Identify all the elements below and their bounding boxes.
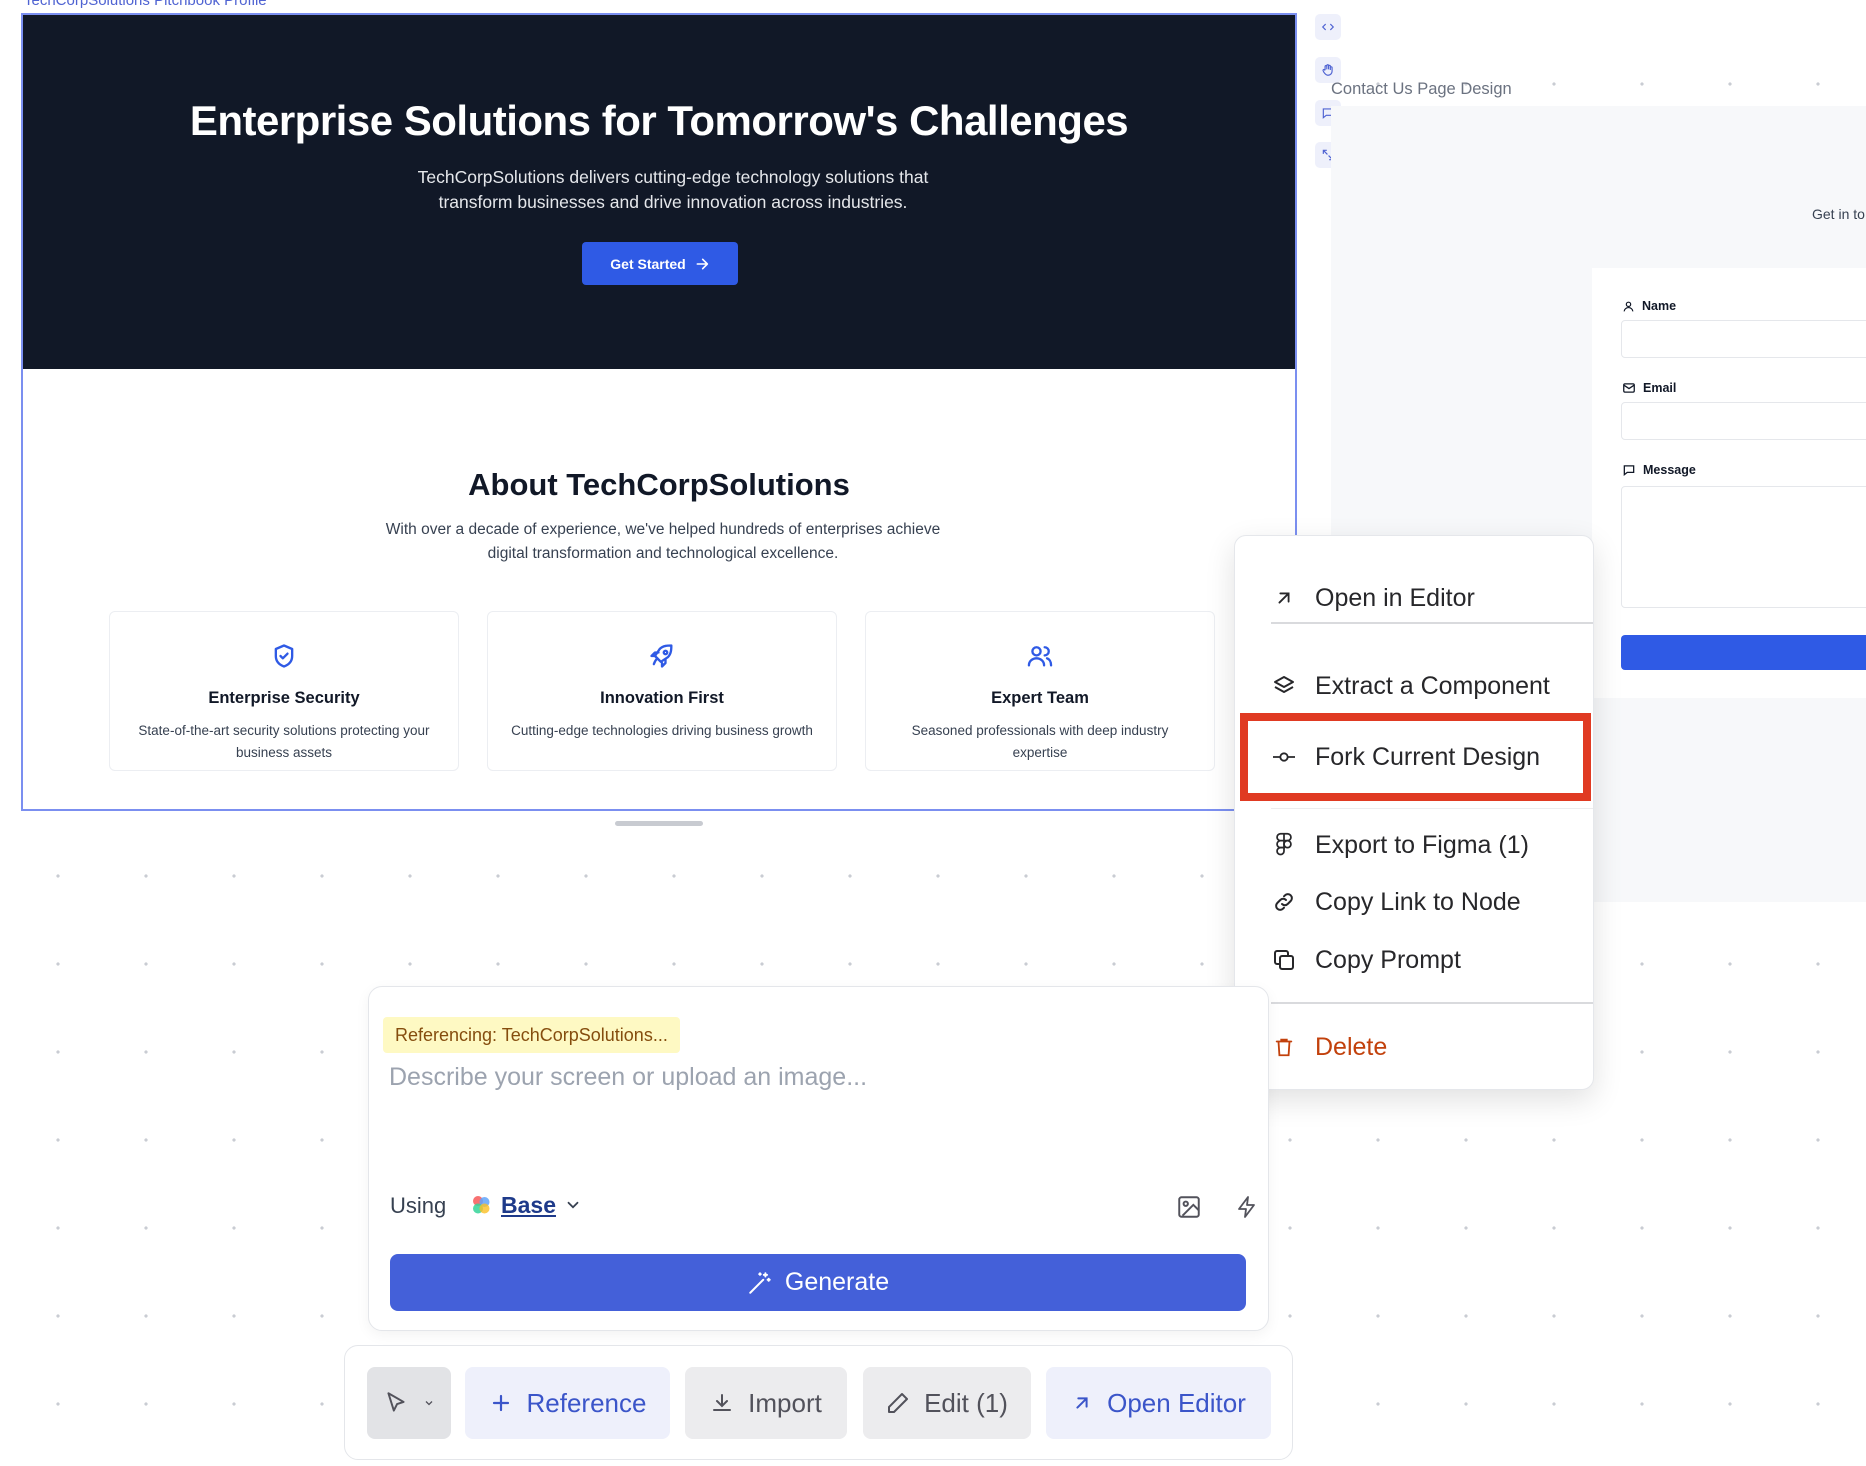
open-editor-button[interactable]: Open Editor [1046, 1367, 1271, 1439]
upload-image-button[interactable] [1174, 1192, 1204, 1222]
get-started-label: Get Started [610, 255, 686, 272]
link-icon [1275, 893, 1293, 911]
about-title: About TechCorpSolutions [468, 467, 850, 502]
using-label: Using [390, 1193, 447, 1218]
menu-item-fork-design[interactable]: Fork Current Design [1271, 737, 1540, 777]
context-menu: Open in Editor Extract a Component Fork … [1234, 535, 1594, 1090]
trash-icon [1275, 1038, 1293, 1057]
model-name: Base [501, 1191, 556, 1218]
menu-divider [1271, 622, 1593, 624]
palette-icon [473, 1196, 490, 1214]
generate-button[interactable]: Generate [390, 1254, 1246, 1311]
about-description: With over a decade of experience, we've … [385, 521, 941, 562]
feature-card-security: Enterprise Security State-of-the-art sec… [109, 611, 459, 771]
users-icon [1027, 646, 1053, 667]
mail-icon [1623, 383, 1635, 393]
feature-card-text: Cutting-edge technologies driving busine… [511, 723, 813, 738]
contact-frame-label[interactable]: Contact Us Page Design [1331, 80, 1512, 99]
bottom-toolbar: Reference Import Edit (1) Open Editor [344, 1345, 1293, 1460]
menu-divider [1271, 1002, 1593, 1004]
pointer-tool-button[interactable] [367, 1367, 451, 1439]
email-input[interactable] [1621, 402, 1866, 440]
menu-divider [1271, 808, 1593, 809]
menu-item-open-in-editor[interactable]: Open in Editor [1271, 578, 1475, 618]
figma-icon [1276, 832, 1292, 856]
frame-resize-handle[interactable] [615, 821, 703, 826]
layers-icon [1274, 676, 1294, 693]
feature-card-title: Innovation First [600, 689, 724, 707]
frame-label[interactable]: TechCorpSolutions Pitchbook Profile [24, 0, 267, 9]
get-started-button[interactable]: Get Started [582, 242, 738, 285]
pencil-icon [888, 1393, 909, 1413]
hero-section: Enterprise Solutions for Tomorrow's Chal… [23, 15, 1295, 369]
import-button[interactable]: Import [685, 1367, 847, 1439]
cursor-icon [387, 1392, 405, 1412]
name-field-label: Name [1622, 299, 1676, 313]
feature-card-team: Expert Team Seasoned professionals with … [865, 611, 1215, 771]
image-icon [1178, 1196, 1200, 1218]
import-label: Import [748, 1387, 822, 1418]
prompt-panel: Referencing: TechCorpSolutions... Using … [368, 986, 1269, 1331]
edit-label: Edit (1) [924, 1387, 1008, 1418]
menu-item-extract-component[interactable]: Extract a Component [1271, 666, 1550, 706]
arrow-up-right-icon [1278, 592, 1290, 604]
copy-icon [1274, 950, 1294, 970]
edit-button[interactable]: Edit (1) [863, 1367, 1031, 1439]
reference-label: Reference [526, 1387, 647, 1418]
contact-submit-button[interactable] [1621, 635, 1866, 670]
download-icon [713, 1394, 732, 1411]
message-field-label: Message [1622, 463, 1696, 477]
referencing-chip[interactable]: Referencing: TechCorpSolutions... [383, 1017, 680, 1053]
hero-title: Enterprise Solutions for Tomorrow's Chal… [189, 97, 1129, 144]
menu-item-delete[interactable]: Delete [1271, 1027, 1387, 1067]
feature-card-text: State-of-the-art security solutions prot… [138, 723, 430, 760]
lightning-icon [1238, 1196, 1255, 1218]
model-select[interactable]: Base [469, 1187, 582, 1223]
reference-button[interactable]: Reference [465, 1367, 670, 1439]
quick-generate-button[interactable] [1232, 1192, 1262, 1222]
shield-check-icon [274, 644, 294, 668]
feature-card-title: Enterprise Security [208, 689, 360, 707]
message-icon [1623, 465, 1635, 477]
arrow-up-right-icon [1076, 1397, 1088, 1409]
feature-card-innovation: Innovation First Cutting-edge technologi… [487, 611, 837, 771]
generate-label: Generate [784, 1268, 890, 1296]
code-icon[interactable] [1315, 14, 1341, 40]
feature-card-text: Seasoned professionals with deep industr… [911, 723, 1169, 760]
git-commit-icon [1273, 752, 1295, 762]
chevron-down-icon [567, 1201, 579, 1209]
menu-item-export-figma[interactable]: Export to Figma (1) [1271, 825, 1529, 865]
arrow-right-icon [696, 258, 708, 269]
rocket-icon [650, 644, 673, 668]
menu-item-copy-link[interactable]: Copy Link to Node [1271, 882, 1521, 922]
prompt-input[interactable] [389, 1063, 1249, 1183]
hero-description: TechCorpSolutions delivers cutting-edge … [417, 167, 929, 212]
contact-heading: Get in to [1812, 206, 1865, 222]
design-frame[interactable]: Enterprise Solutions for Tomorrow's Chal… [21, 13, 1297, 811]
plus-icon [492, 1394, 509, 1412]
email-field-label: Email [1622, 381, 1676, 395]
chevron-down-icon [425, 1401, 433, 1406]
open-editor-label: Open Editor [1107, 1387, 1246, 1418]
user-icon [1623, 301, 1634, 311]
feature-card-title: Expert Team [991, 689, 1089, 707]
magic-wand-icon [749, 1271, 771, 1294]
message-input[interactable] [1621, 486, 1866, 608]
name-input[interactable] [1621, 320, 1866, 358]
menu-item-copy-prompt[interactable]: Copy Prompt [1271, 940, 1461, 980]
